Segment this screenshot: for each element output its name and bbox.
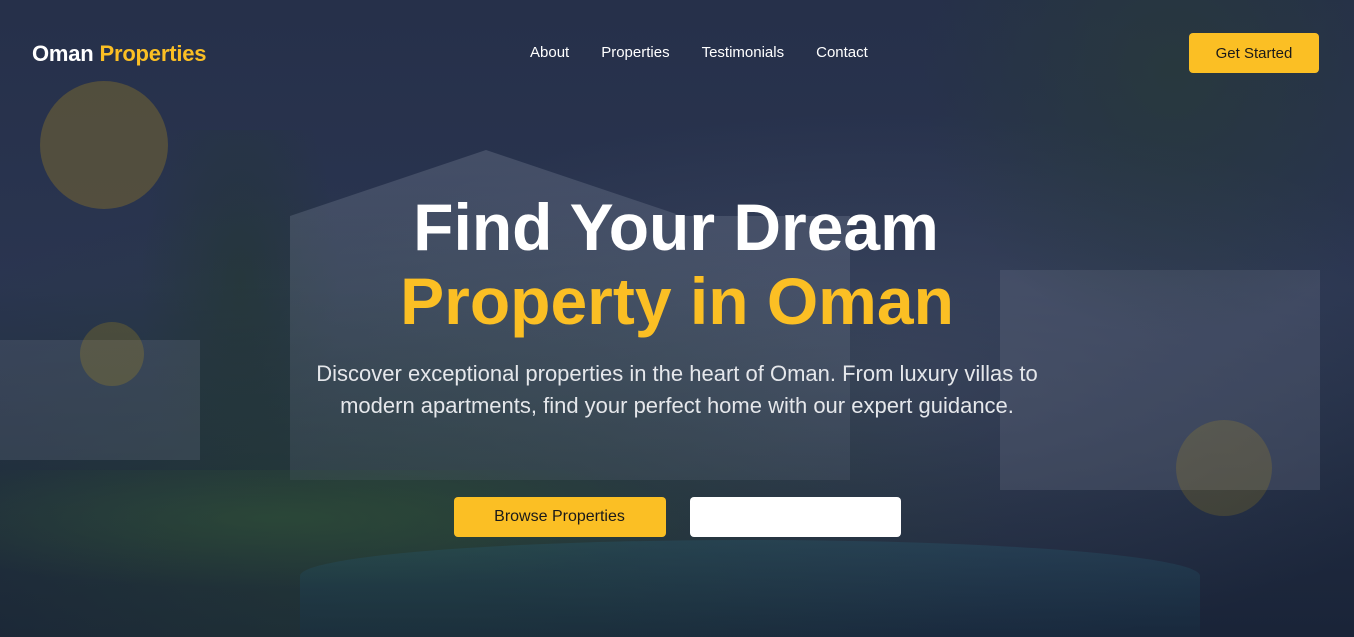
hero-actions: Browse Properties (0, 497, 1354, 537)
nav-link-testimonials[interactable]: Testimonials (702, 44, 785, 61)
nav-link-about[interactable]: About (530, 44, 569, 61)
secondary-button[interactable] (689, 497, 901, 537)
hero-title-line2: Property in Oman (400, 264, 954, 338)
hero-title-line1: Find Your Dream (413, 190, 939, 264)
nav-link-properties[interactable]: Properties (601, 44, 669, 61)
hero-content: Find Your Dream Property in Oman Discove… (0, 190, 1354, 537)
logo[interactable]: Oman Properties (32, 41, 207, 67)
nav-link-contact[interactable]: Contact (816, 44, 868, 61)
nav-links: About Properties Testimonials Contact (530, 44, 868, 61)
pool-illustration (300, 540, 1200, 637)
logo-text-primary: Oman (32, 41, 94, 66)
navbar: Oman Properties About Properties Testimo… (0, 0, 1354, 108)
hero-section: Oman Properties About Properties Testimo… (0, 0, 1354, 637)
hero-description: Discover exceptional properties in the h… (316, 361, 1038, 418)
logo-text-accent: Properties (99, 41, 207, 66)
browse-properties-button[interactable]: Browse Properties (453, 497, 666, 537)
get-started-button[interactable]: Get Started (1189, 33, 1319, 73)
